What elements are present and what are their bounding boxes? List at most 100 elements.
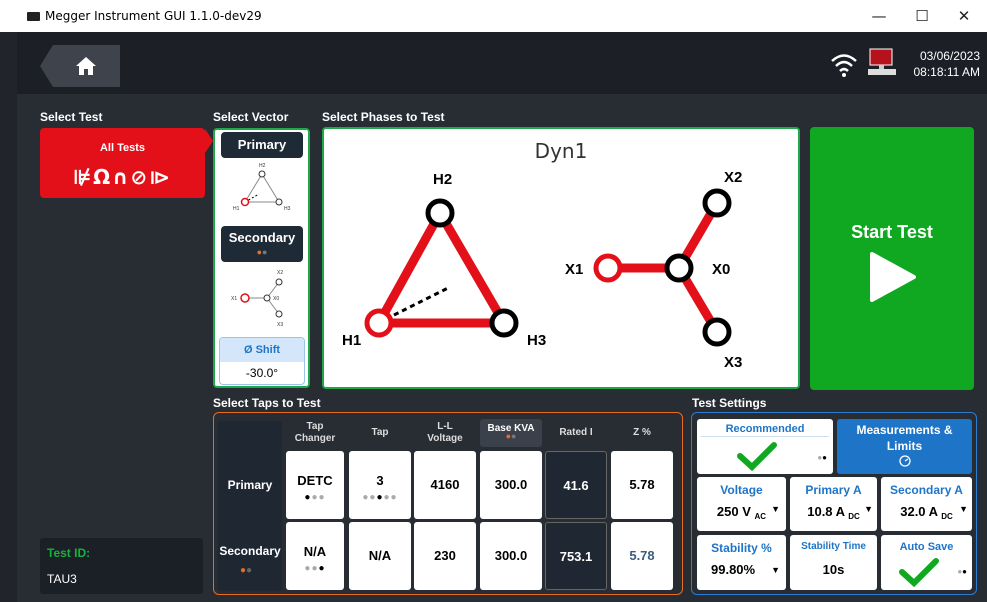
secondary-a-label: Secondary A: [890, 483, 963, 497]
secondary-a-setting[interactable]: Secondary A 32.0 A DC ▼: [881, 477, 972, 531]
primary-base-kva[interactable]: 300.0: [480, 451, 542, 519]
h2-label: H2: [433, 171, 452, 188]
secondary-row-dots: ●●: [240, 565, 253, 576]
stability-time-label: Stability Time: [801, 541, 866, 552]
primary-a-unit: DC: [848, 512, 860, 521]
primary-delta-diagram[interactable]: H2 H1 H3: [227, 160, 297, 216]
base-kva-header-box[interactable]: Base KVA ●●: [480, 419, 542, 447]
header-ll-voltage: L-L Voltage: [427, 421, 463, 444]
secondary-base-kva[interactable]: 300.0: [480, 522, 542, 590]
primary-a-value: 10.8 A: [807, 504, 845, 519]
secondary-tap-changer-cell[interactable]: N/A ●●●: [286, 522, 344, 590]
secondary-vector-button[interactable]: Secondary ●●: [221, 226, 303, 262]
primary-h2-label: H2: [259, 163, 266, 169]
app-icon: [27, 12, 40, 21]
stability-pct-label: Stability %: [711, 541, 772, 555]
primary-ll-voltage[interactable]: 4160: [414, 451, 476, 519]
primary-tap-value: 3: [376, 473, 384, 488]
measurements-limits-button[interactable]: Measurements & Limits: [837, 419, 972, 474]
primary-h3-label: H3: [284, 206, 291, 212]
minimize-button[interactable]: —: [864, 4, 894, 28]
h3-label: H3: [527, 332, 546, 349]
recommended-label: Recommended: [701, 419, 829, 437]
primary-z-pct[interactable]: 5.78: [611, 451, 673, 519]
x1-label: X1: [565, 261, 583, 278]
secondary-tap-changer-dots: ●●●: [304, 563, 326, 574]
primary-tap-changer-value: DETC: [297, 473, 333, 488]
test-id-value: TAU3: [47, 572, 77, 586]
phase-shift-value: -30.0°: [245, 366, 279, 380]
window-title: Megger Instrument GUI 1.1.0-dev29: [45, 9, 262, 23]
primary-a-setting[interactable]: Primary A 10.8 A DC ▼: [790, 477, 877, 531]
home-icon: [76, 57, 96, 75]
secondary-rated-i: 753.1: [545, 522, 607, 590]
primary-rated-i: 41.6: [545, 451, 607, 519]
stability-pct-setting[interactable]: Stability % 99.80% ▼: [697, 535, 786, 590]
start-test-button[interactable]: Start Test: [810, 127, 974, 390]
secondary-x1-label: X1: [231, 296, 237, 302]
auto-save-setting[interactable]: Auto Save ●●: [881, 535, 972, 590]
primary-tap-changer-dots: ●●●: [304, 492, 326, 503]
selection-arrow: [205, 129, 213, 153]
test-settings-heading: Test Settings: [692, 396, 767, 410]
vector-panel: Primary H2 H1 H3 Secondary ●● X1 X0 X2 X…: [213, 128, 310, 388]
select-phases-heading: Select Phases to Test: [322, 110, 445, 124]
play-icon: [870, 252, 916, 302]
secondary-ll-voltage[interactable]: 230: [414, 522, 476, 590]
secondary-tap-changer-value: N/A: [303, 544, 327, 559]
phase-shift-label: Ø Shift: [220, 338, 304, 362]
secondary-a-value: 32.0 A: [900, 504, 938, 519]
voltage-dropdown-icon: ▼: [771, 504, 780, 514]
maximize-button[interactable]: ☐: [907, 4, 937, 28]
gauge-icon: [898, 455, 911, 467]
auto-save-label: Auto Save: [899, 541, 954, 553]
auto-save-dots: ●●: [957, 567, 967, 576]
primary-a-label: Primary A: [805, 483, 862, 497]
voltage-setting[interactable]: Voltage 250 V AC ▼: [697, 477, 786, 531]
primary-tap-cell[interactable]: 3 ●●●●●: [349, 451, 411, 519]
secondary-a-dropdown-icon: ▼: [959, 504, 968, 514]
secondary-wye-diagram[interactable]: X1 X0 X2 X3: [223, 268, 301, 330]
primary-row-label: Primary: [227, 478, 273, 492]
stability-time-setting[interactable]: Stability Time 10s: [790, 535, 877, 590]
auto-save-check-icon: [899, 558, 939, 587]
stability-pct-dropdown-icon: ▼: [771, 565, 780, 575]
header-z-pct: Z %: [633, 427, 651, 438]
voltage-unit: AC: [754, 512, 767, 521]
secondary-tap[interactable]: N/A: [349, 522, 411, 590]
measurements-label: Measurements & Limits: [856, 423, 953, 453]
phase-diagram[interactable]: H2 H1 H3 X1 X0 X2 X3: [324, 129, 798, 387]
h1-label: H1: [342, 332, 361, 349]
home-button[interactable]: [40, 45, 120, 87]
close-button[interactable]: ✕: [949, 4, 979, 28]
test-id-box[interactable]: Test ID: TAU3: [40, 538, 203, 594]
recommended-check-icon: [737, 442, 777, 471]
primary-vector-button[interactable]: Primary: [221, 132, 303, 158]
secondary-x0-label: X0: [273, 296, 279, 302]
test-type-icons: ⊯Ω∩⊘⧐: [72, 165, 173, 189]
secondary-row-label: Secondary: [219, 544, 281, 558]
header-tap: Tap: [371, 427, 389, 438]
primary-tap-dots: ●●●●●: [362, 492, 398, 503]
wifi-icon: [831, 54, 857, 77]
secondary-page-dots: ●●: [256, 247, 268, 257]
computer-status-icon: [868, 48, 896, 75]
test-id-label: Test ID:: [47, 546, 91, 560]
start-test-label: Start Test: [851, 222, 933, 242]
x0-label: X0: [712, 261, 730, 278]
all-tests-button[interactable]: All Tests ⊯Ω∩⊘⧐: [40, 128, 205, 198]
recommended-dots: ●●: [817, 453, 827, 462]
secondary-z-pct[interactable]: 5.78: [611, 522, 673, 590]
secondary-vector-label: Secondary: [228, 230, 296, 245]
primary-tap-changer-cell[interactable]: DETC ●●●: [286, 451, 344, 519]
time-text: 08:18:11 AM: [913, 65, 981, 79]
select-test-heading: Select Test: [40, 110, 103, 124]
secondary-x2-label: X2: [277, 270, 283, 276]
x2-label: X2: [724, 169, 742, 186]
primary-h1-label: H1: [233, 206, 240, 212]
header-tap-changer: Tap Changer: [294, 421, 336, 444]
window-titlebar: Megger Instrument GUI 1.1.0-dev29 — ☐ ✕: [0, 0, 987, 32]
phase-shift-box[interactable]: Ø Shift -30.0°: [219, 337, 305, 385]
select-taps-heading: Select Taps to Test: [213, 396, 321, 410]
recommended-button[interactable]: Recommended ●●: [697, 419, 833, 474]
